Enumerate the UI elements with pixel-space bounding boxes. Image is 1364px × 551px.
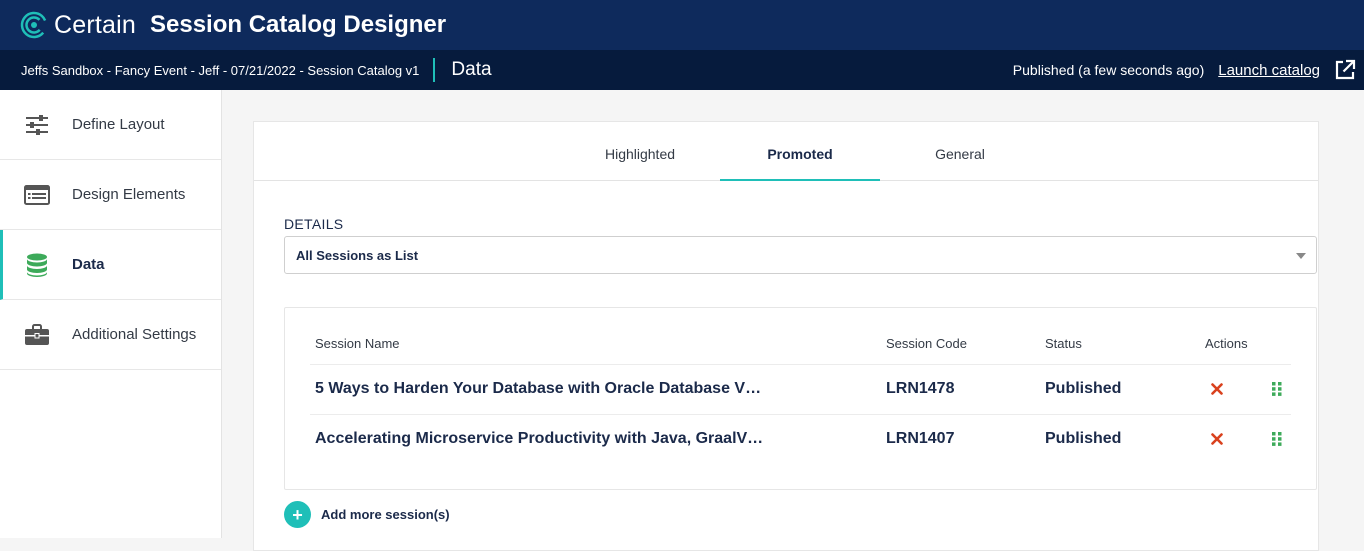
certain-logo-icon [20,11,48,39]
tab-highlighted[interactable]: Highlighted [560,122,720,181]
publish-status: Published (a few seconds ago) [1012,62,1205,78]
sidebar-item-label: Define Layout [72,116,165,133]
sidebar-item-additional-settings[interactable]: Additional Settings [0,300,221,370]
column-header-status: Status [1045,336,1082,351]
add-more-sessions-label: Add more session(s) [321,507,450,522]
session-status: Published [1045,380,1122,397]
tab-general[interactable]: General [880,122,1040,181]
session-code: LRN1407 [886,430,955,447]
data-panel: Highlighted Promoted General DETAILS All… [253,121,1319,551]
current-section-title: Data [451,59,492,80]
sidebar: Define Layout Design Elements Data Addit… [0,90,222,538]
database-icon [24,253,50,277]
column-header-session-code: Session Code [886,336,967,351]
details-label: DETAILS [284,216,344,232]
add-more-sessions-button[interactable]: + Add more session(s) [284,501,450,528]
app-title: Session Catalog Designer [150,11,447,38]
tab-bar: Highlighted Promoted General [254,122,1318,181]
table-row: Accelerating Microservice Productivity w… [310,415,1291,465]
launch-catalog-link[interactable]: Launch catalog [1218,62,1320,79]
details-select[interactable]: All Sessions as List [284,236,1317,274]
external-link-icon[interactable] [1334,59,1356,81]
breadcrumb: Jeffs Sandbox - Fancy Event - Jeff - 07/… [21,62,420,78]
plus-icon: + [284,501,311,528]
details-select-value: All Sessions as List [296,248,419,263]
table-row: 5 Ways to Harden Your Database with Orac… [310,365,1291,415]
session-status: Published [1045,430,1122,447]
publish-area: Published (a few seconds ago) Launch cat… [1013,59,1356,81]
column-header-session-name: Session Name [315,336,400,351]
sidebar-item-data[interactable]: Data [0,230,221,300]
briefcase-icon [24,324,50,346]
tab-promoted[interactable]: Promoted [720,122,880,181]
brand-name: Certain [54,10,136,39]
delete-icon[interactable] [1211,432,1223,450]
sidebar-item-label: Design Elements [72,186,186,203]
list-window-icon [24,184,50,206]
sidebar-item-label: Data [72,256,105,273]
column-header-actions: Actions [1205,336,1248,351]
sidebar-item-label: Additional Settings [72,326,197,343]
sidebar-item-define-layout[interactable]: Define Layout [0,90,221,160]
session-name[interactable]: 5 Ways to Harden Your Database with Orac… [315,380,761,398]
sessions-table: Session Name Session Code Status Actions… [284,307,1317,490]
context-bar: Jeffs Sandbox - Fancy Event - Jeff - 07/… [0,50,1364,90]
top-bar: Certain Session Catalog Designer [0,0,1364,50]
drag-handle-icon[interactable] [1272,432,1282,451]
sliders-icon [24,114,50,136]
sidebar-item-design-elements[interactable]: Design Elements [0,160,221,230]
drag-handle-icon[interactable] [1272,382,1282,401]
session-name[interactable]: Accelerating Microservice Productivity w… [315,430,763,448]
chevron-down-icon [1296,253,1306,259]
breadcrumb-divider [433,58,436,82]
certain-logo[interactable]: Certain [20,11,136,40]
delete-icon[interactable] [1211,382,1223,400]
session-code: LRN1478 [886,380,955,397]
